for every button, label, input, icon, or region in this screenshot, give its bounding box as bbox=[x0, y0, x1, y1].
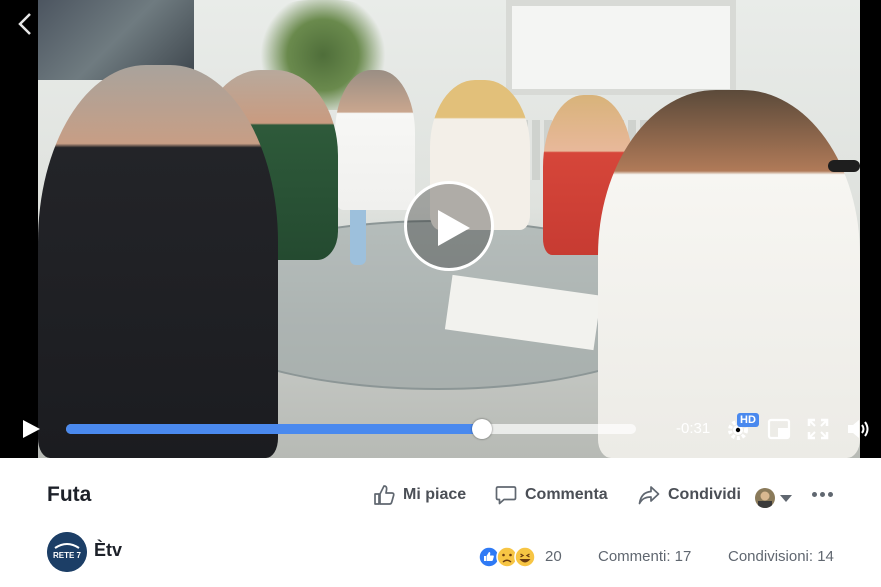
reactions-icons[interactable] bbox=[478, 546, 542, 568]
volume-icon[interactable] bbox=[846, 417, 872, 441]
window bbox=[506, 0, 736, 95]
page-logo[interactable]: RETE 7 bbox=[47, 532, 87, 572]
video-title: Futa bbox=[47, 483, 92, 506]
like-icon bbox=[374, 485, 395, 505]
player-controls: -0:31 HD bbox=[0, 408, 881, 450]
shares-count[interactable]: Condivisioni: 14 bbox=[728, 548, 834, 565]
hd-badge: HD bbox=[737, 413, 759, 427]
avatar-image bbox=[758, 491, 772, 508]
progress-bar[interactable] bbox=[66, 419, 636, 439]
progress-thumb[interactable] bbox=[472, 419, 493, 439]
person-man-white-polo bbox=[598, 90, 860, 458]
share-label: Condividi bbox=[668, 486, 741, 503]
page-name[interactable]: Ètv bbox=[94, 540, 122, 561]
like-label: Mi piace bbox=[403, 486, 467, 503]
progress-fill bbox=[66, 424, 483, 434]
fullscreen-icon[interactable] bbox=[806, 417, 830, 441]
video-player[interactable]: -0:31 HD bbox=[0, 0, 881, 458]
play-icon[interactable] bbox=[20, 418, 42, 440]
comment-label: Commenta bbox=[525, 486, 608, 503]
more-icon[interactable] bbox=[812, 492, 833, 497]
share-button[interactable]: Condividi bbox=[638, 484, 741, 506]
play-overlay-button[interactable] bbox=[404, 181, 494, 271]
like-button[interactable]: Mi piace bbox=[373, 484, 466, 506]
play-icon bbox=[438, 210, 470, 246]
time-remaining: -0:31 bbox=[676, 420, 711, 437]
share-icon bbox=[638, 486, 660, 505]
comments-count[interactable]: Commenti: 17 bbox=[598, 548, 691, 565]
avatar[interactable] bbox=[755, 488, 775, 508]
like-reaction-icon bbox=[478, 546, 500, 568]
person-man-dark-shirt bbox=[38, 65, 278, 458]
pip-icon[interactable] bbox=[767, 418, 791, 440]
page-logo-image: RETE 7 bbox=[47, 532, 87, 572]
post-info-bar: Futa Mi piace Commenta Condividi RETE 7 bbox=[0, 458, 881, 587]
microphone bbox=[828, 160, 860, 172]
sad-reaction-icon bbox=[496, 546, 518, 568]
person-man-white-shirt bbox=[335, 70, 415, 210]
chevron-down-icon[interactable] bbox=[780, 495, 792, 502]
back-arrow-icon[interactable] bbox=[12, 10, 40, 38]
reaction-count[interactable]: 20 bbox=[545, 548, 562, 565]
page-logo-text: RETE 7 bbox=[53, 551, 82, 560]
comment-icon bbox=[495, 486, 517, 505]
comment-button[interactable]: Commenta bbox=[495, 484, 608, 506]
haha-reaction-icon bbox=[514, 546, 536, 568]
